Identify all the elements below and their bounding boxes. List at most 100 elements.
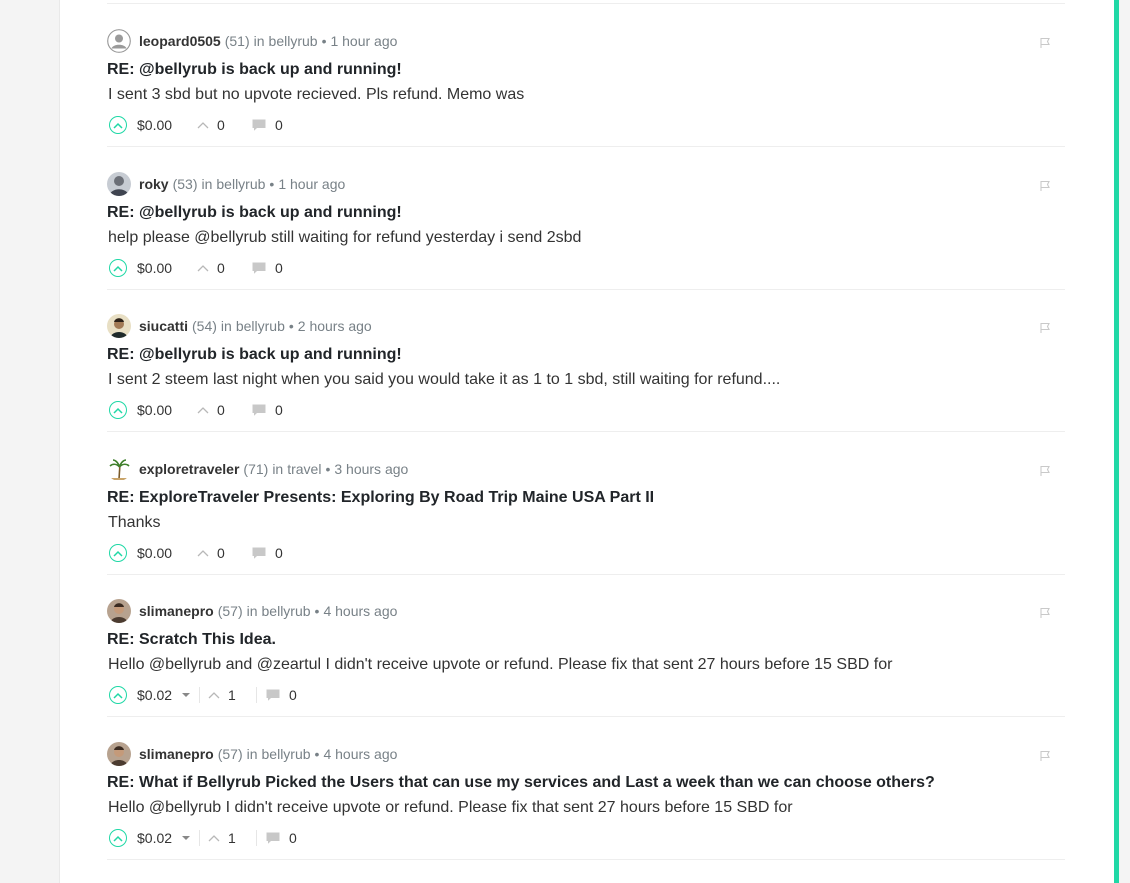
replies-count: 0	[275, 260, 283, 276]
flag-icon[interactable]	[1039, 464, 1051, 476]
payout-value[interactable]: $0.00	[137, 260, 177, 276]
comment-title-link[interactable]: RE: What if Bellyrub Picked the Users th…	[107, 774, 935, 792]
timestamp-link[interactable]: 3 hours ago	[334, 461, 408, 477]
votes-count-button[interactable]: 0	[197, 117, 237, 133]
community-link[interactable]: bellyrub	[262, 746, 311, 762]
community-link[interactable]: bellyrub	[236, 318, 285, 334]
comment-meta: slimanepro (57) in bellyrub • 4 hours ag…	[107, 599, 397, 623]
community-link[interactable]: bellyrub	[269, 33, 318, 49]
in-label: in	[253, 33, 265, 49]
payout-value[interactable]: $0.02	[137, 830, 177, 846]
chevron-up-icon	[113, 835, 123, 842]
user-photo-avatar[interactable]	[107, 742, 131, 766]
user-photo-avatar[interactable]	[107, 599, 131, 623]
replies-count: 0	[275, 545, 283, 561]
payout-value[interactable]: $0.00	[137, 117, 177, 133]
user-photo-avatar[interactable]	[107, 172, 131, 196]
replies-count: 0	[275, 117, 283, 133]
payout-value[interactable]: $0.00	[137, 402, 177, 418]
replies-count: 0	[289, 830, 297, 846]
comment-item: exploretraveler (71) in travel • 3 hours…	[107, 432, 1065, 575]
comment-meta: exploretraveler (71) in travel • 3 hours…	[107, 457, 408, 481]
palm-tree-avatar[interactable]	[107, 457, 131, 481]
community-link[interactable]: travel	[287, 461, 321, 477]
replies-button[interactable]: 0	[251, 402, 283, 418]
votes-count-button[interactable]: 0	[197, 402, 237, 418]
comment-footer: $0.02 1 0	[109, 684, 297, 706]
flag-icon[interactable]	[1039, 36, 1051, 48]
default-user-avatar[interactable]	[107, 29, 131, 53]
payout-value[interactable]: $0.02	[137, 687, 177, 703]
comment-bubble-icon	[266, 689, 280, 701]
comment-item: leopard0505 (51) in bellyrub • 1 hour ag…	[107, 4, 1065, 147]
comment-body[interactable]: help please @bellyrub still waiting for …	[108, 229, 581, 247]
author-link[interactable]: slimanepro	[139, 603, 214, 619]
upvote-button[interactable]	[109, 829, 127, 847]
chevron-up-icon	[113, 122, 123, 129]
upvote-button[interactable]	[109, 259, 127, 277]
comment-title-link[interactable]: RE: ExploreTraveler Presents: Exploring …	[107, 489, 654, 507]
chevron-up-icon	[113, 407, 123, 414]
upvote-button[interactable]	[109, 686, 127, 704]
comment-body[interactable]: I sent 3 sbd but no upvote recieved. Pls…	[108, 86, 524, 104]
author-link[interactable]: slimanepro	[139, 746, 214, 762]
author-reputation: (54)	[192, 318, 217, 334]
comment-footer: $0.00 0 0	[109, 399, 283, 421]
author-reputation: (51)	[224, 33, 250, 49]
chevron-up-icon	[197, 407, 209, 414]
votes-count: 1	[228, 687, 236, 703]
meta-separator: •	[325, 461, 331, 477]
upvote-button[interactable]	[109, 544, 127, 562]
replies-button[interactable]: 0	[265, 687, 297, 703]
votes-count-button[interactable]: 1	[208, 830, 248, 846]
replies-button[interactable]: 0	[251, 545, 283, 561]
comment-body[interactable]: Thanks	[108, 514, 160, 532]
replies-button[interactable]: 0	[251, 117, 283, 133]
flag-icon[interactable]	[1039, 606, 1051, 618]
timestamp-link[interactable]: 4 hours ago	[323, 746, 397, 762]
author-link[interactable]: roky	[139, 176, 169, 192]
community-link[interactable]: bellyrub	[216, 176, 265, 192]
author-link[interactable]: leopard0505	[139, 33, 221, 49]
author-reputation: (71)	[243, 461, 269, 477]
chevron-up-icon	[197, 550, 209, 557]
author-reputation: (57)	[217, 603, 243, 619]
votes-count: 1	[228, 830, 236, 846]
flag-icon[interactable]	[1039, 321, 1051, 333]
payout-value[interactable]: $0.00	[137, 545, 177, 561]
timestamp-link[interactable]: 1 hour ago	[330, 33, 397, 49]
flag-icon[interactable]	[1039, 749, 1051, 761]
footer-divider	[199, 830, 200, 846]
comment-body[interactable]: Hello @bellyrub I didn't receive upvote …	[108, 799, 793, 817]
replies-button[interactable]: 0	[265, 830, 297, 846]
user-photo-avatar[interactable]	[107, 314, 131, 338]
votes-count-button[interactable]: 1	[208, 687, 248, 703]
timestamp-link[interactable]: 2 hours ago	[298, 318, 372, 334]
comment-title-link[interactable]: RE: Scratch This Idea.	[107, 631, 276, 649]
upvote-button[interactable]	[109, 401, 127, 419]
chevron-up-icon	[208, 692, 220, 699]
author-link[interactable]: siucatti	[139, 318, 188, 334]
votes-count-button[interactable]: 0	[197, 260, 237, 276]
comment-title-link[interactable]: RE: @bellyrub is back up and running!	[107, 61, 402, 79]
flag-icon[interactable]	[1039, 179, 1051, 191]
replies-button[interactable]: 0	[251, 260, 283, 276]
comment-title-link[interactable]: RE: @bellyrub is back up and running!	[107, 346, 402, 364]
comment-body[interactable]: I sent 2 steem last night when you said …	[108, 371, 780, 389]
upvote-button[interactable]	[109, 116, 127, 134]
comment-meta: slimanepro (57) in bellyrub • 4 hours ag…	[107, 742, 397, 766]
votes-count-button[interactable]: 0	[197, 545, 237, 561]
author-link[interactable]: exploretraveler	[139, 461, 239, 477]
timestamp-link[interactable]: 4 hours ago	[323, 603, 397, 619]
comment-meta: roky (53) in bellyrub • 1 hour ago	[107, 172, 345, 196]
replies-count: 0	[289, 687, 297, 703]
timestamp-link[interactable]: 1 hour ago	[278, 176, 345, 192]
caret-down-icon[interactable]	[181, 692, 191, 698]
caret-down-icon[interactable]	[181, 835, 191, 841]
comment-title-link[interactable]: RE: @bellyrub is back up and running!	[107, 204, 402, 222]
comment-footer: $0.00 0 0	[109, 257, 283, 279]
community-link[interactable]: bellyrub	[262, 603, 311, 619]
comment-item: roky (53) in bellyrub • 1 hour ago RE: @…	[107, 147, 1065, 290]
comment-bubble-icon	[252, 404, 266, 416]
comment-body[interactable]: Hello @bellyrub and @zeartul I didn't re…	[108, 656, 892, 674]
